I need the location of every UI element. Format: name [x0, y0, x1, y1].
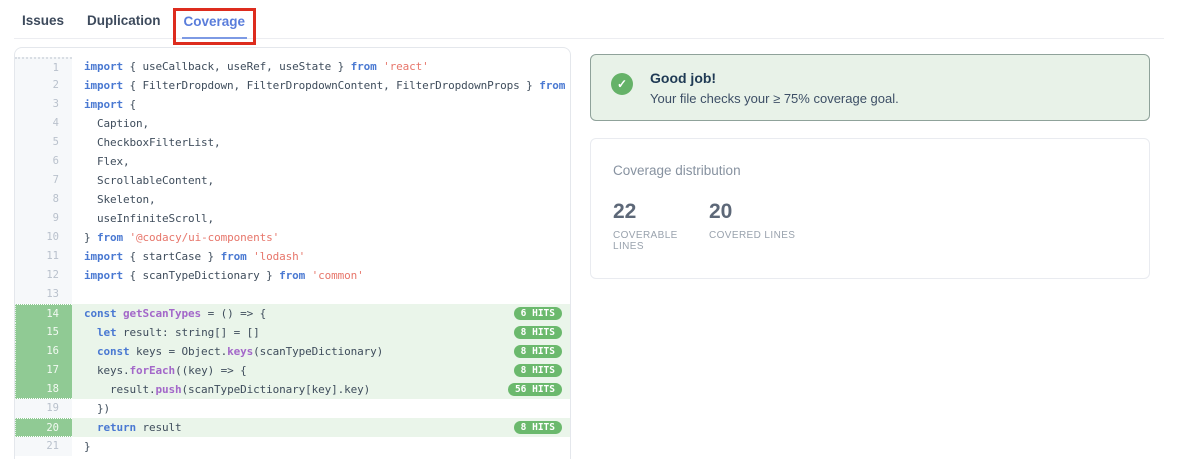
code-line-14: 14const getScanTypes = () => {6 HITS — [15, 304, 570, 323]
line-number: 19 — [15, 399, 72, 418]
code-line-3: 3import { — [15, 95, 570, 114]
line-number: 2 — [15, 76, 72, 95]
line-number: 8 — [15, 190, 72, 209]
code-line-21: 21} — [15, 437, 570, 456]
code-line-12: 12import { scanTypeDictionary } from 'co… — [15, 266, 570, 285]
goal-banner-title: Good job! — [650, 70, 899, 86]
hits-badge: 8 HITS — [513, 344, 563, 359]
check-circle-icon: ✓ — [611, 73, 633, 95]
code-line-10: 10} from '@codacy/ui-components' — [15, 228, 570, 247]
line-number: 7 — [15, 171, 72, 190]
line-number: 9 — [15, 209, 72, 228]
tab-duplication[interactable]: Duplication — [85, 13, 163, 38]
code-line-5: 5 CheckboxFilterList, — [15, 133, 570, 152]
stat-label: COVERABLE LINES — [613, 230, 709, 252]
code-text: import { — [72, 95, 570, 114]
line-number: 12 — [15, 266, 72, 285]
right-column: ✓ Good job! Your file checks your ≥ 75% … — [590, 47, 1150, 279]
code-line-6: 6 Flex, — [15, 152, 570, 171]
code-text: }) — [72, 399, 570, 418]
code-text: result.push(scanTypeDictionary[key].key) — [72, 380, 570, 399]
code-text: return result — [72, 418, 570, 437]
code-text: CheckboxFilterList, — [72, 133, 570, 152]
code-text: const keys = Object.keys(scanTypeDiction… — [72, 342, 570, 361]
code-line-19: 19 }) — [15, 399, 570, 418]
line-number: 15 — [15, 323, 72, 342]
line-number: 14 — [15, 304, 72, 323]
stat-value: 22 — [613, 200, 709, 224]
stat-coverable-lines: 22 COVERABLE LINES — [613, 200, 709, 252]
stat-covered-lines: 20 COVERED LINES — [709, 200, 805, 252]
code-line-8: 8 Skeleton, — [15, 190, 570, 209]
line-number: 11 — [15, 247, 72, 266]
line-number: 5 — [15, 133, 72, 152]
code-line-13: 13 — [15, 285, 570, 304]
code-panel: 1import { useCallback, useRef, useState … — [14, 47, 571, 459]
main-layout: 1import { useCallback, useRef, useState … — [0, 39, 1178, 459]
code-text: import { useCallback, useRef, useState }… — [72, 57, 570, 76]
hits-badge: 8 HITS — [513, 363, 563, 378]
goal-banner-text: Good job! Your file checks your ≥ 75% co… — [650, 70, 899, 106]
code-text: Skeleton, — [72, 190, 570, 209]
line-number: 17 — [15, 361, 72, 380]
line-number: 20 — [15, 418, 72, 437]
line-number: 3 — [15, 95, 72, 114]
code-line-18: 18 result.push(scanTypeDictionary[key].k… — [15, 380, 570, 399]
code-text: keys.forEach((key) => { — [72, 361, 570, 380]
code-text: import { startCase } from 'lodash' — [72, 247, 570, 266]
hits-badge: 56 HITS — [507, 382, 563, 397]
line-number: 16 — [15, 342, 72, 361]
line-number: 6 — [15, 152, 72, 171]
coverage-distribution-stats: 22 COVERABLE LINES20 COVERED LINES — [613, 200, 1127, 252]
code-line-15: 15 let result: string[] = []8 HITS — [15, 323, 570, 342]
line-number: 1 — [15, 57, 72, 76]
code-line-1: 1import { useCallback, useRef, useState … — [15, 57, 570, 76]
hits-badge: 6 HITS — [513, 306, 563, 321]
code-text: } — [72, 437, 570, 456]
line-number: 4 — [15, 114, 72, 133]
code-text: useInfiniteScroll, — [72, 209, 570, 228]
code-text: } from '@codacy/ui-components' — [72, 228, 570, 247]
stat-label: COVERED LINES — [709, 230, 805, 241]
code-text: Caption, — [72, 114, 570, 133]
goal-banner-message: Your file checks your ≥ 75% coverage goa… — [650, 91, 899, 106]
code-text: let result: string[] = [] — [72, 323, 570, 342]
coverage-goal-banner: ✓ Good job! Your file checks your ≥ 75% … — [590, 54, 1150, 121]
tab-issues[interactable]: Issues — [20, 13, 66, 38]
code-line-2: 2import { FilterDropdown, FilterDropdown… — [15, 76, 570, 95]
line-number: 18 — [15, 380, 72, 399]
line-number: 13 — [15, 285, 72, 304]
code-lines: 1import { useCallback, useRef, useState … — [15, 57, 570, 456]
code-line-4: 4 Caption, — [15, 114, 570, 133]
code-text: Flex, — [72, 152, 570, 171]
stat-value: 20 — [709, 200, 805, 224]
code-line-9: 9 useInfiniteScroll, — [15, 209, 570, 228]
code-line-11: 11import { startCase } from 'lodash' — [15, 247, 570, 266]
hits-badge: 8 HITS — [513, 325, 563, 340]
code-text: import { scanTypeDictionary } from 'comm… — [72, 266, 570, 285]
code-text: ScrollableContent, — [72, 171, 570, 190]
code-text: import { FilterDropdown, FilterDropdownC… — [72, 76, 570, 95]
code-text: const getScanTypes = () => { — [72, 304, 570, 323]
code-line-7: 7 ScrollableContent, — [15, 171, 570, 190]
tab-coverage[interactable]: Coverage — [182, 14, 248, 39]
coverage-distribution-card: Coverage distribution 22 COVERABLE LINES2… — [590, 138, 1150, 279]
line-number: 10 — [15, 228, 72, 247]
code-line-16: 16 const keys = Object.keys(scanTypeDict… — [15, 342, 570, 361]
code-line-20: 20 return result8 HITS — [15, 418, 570, 437]
coverage-distribution-title: Coverage distribution — [613, 163, 1127, 178]
tab-bar: Issues Duplication Coverage — [14, 0, 1164, 39]
code-line-17: 17 keys.forEach((key) => {8 HITS — [15, 361, 570, 380]
hits-badge: 8 HITS — [513, 420, 563, 435]
code-text — [72, 285, 570, 304]
line-number: 21 — [15, 437, 72, 456]
